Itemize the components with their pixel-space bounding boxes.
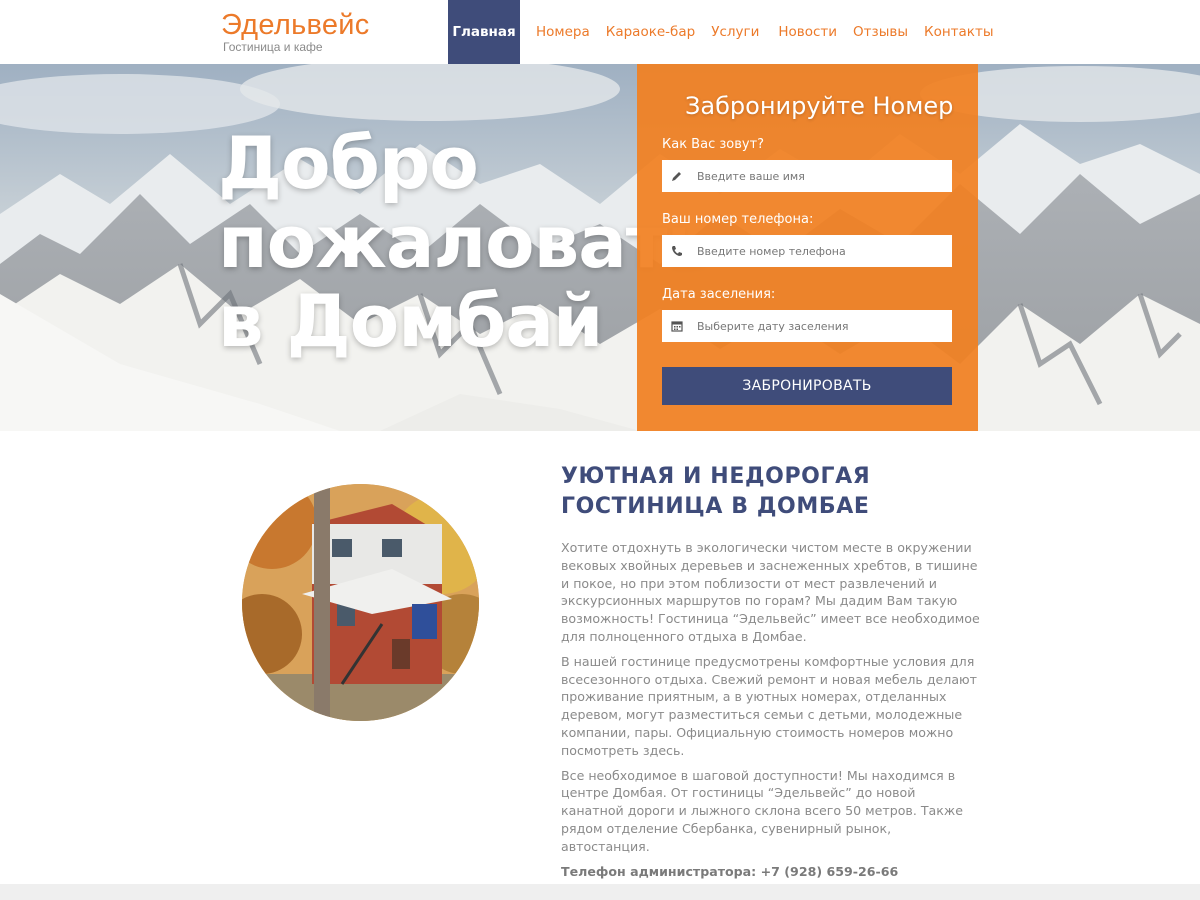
hero-banner: Добро пожаловать в Домбай Забронируйте Н… [0, 64, 1200, 431]
hero-title-line-2: пожаловать [218, 200, 712, 284]
nav-item-contacts[interactable]: Контакты [916, 0, 1001, 64]
logo[interactable]: Эдельвейс Гостиница и кафе [221, 10, 370, 54]
about-paragraph-1: Хотите отдохнуть в экологически чистом м… [561, 540, 980, 644]
logo-title: Эдельвейс [221, 9, 370, 41]
booking-title: Забронируйте Номер [685, 92, 954, 120]
nav-item-services[interactable]: Услуги [703, 0, 767, 64]
logo-subtitle: Гостиница и кафе [223, 40, 323, 54]
phone-label: Ваш номер телефона: [662, 212, 814, 227]
admin-phone: Телефон администратора: +7 (928) 659-26-… [561, 863, 899, 879]
footer-bar [0, 884, 1200, 900]
about-paragraph-3: Все необходимое в шаговой доступности! М… [561, 767, 963, 854]
book-button[interactable]: ЗАБРОНИРОВАТЬ [662, 367, 952, 405]
booking-form: Забронируйте Номер Как Вас зовут? Введит… [637, 64, 978, 431]
date-label: Дата заселения: [662, 287, 776, 302]
about-section: УЮТНАЯ И НЕДОРОГАЯ ГОСТИНИЦА В ДОМБАЕ Хо… [561, 462, 981, 887]
date-placeholder: Выберите дату заселения [697, 319, 849, 333]
hero-title: Добро пожаловать в Домбай [218, 121, 712, 363]
phone-field[interactable]: Введите номер телефона [662, 235, 952, 267]
about-heading-line-1: УЮТНАЯ И НЕДОРОГАЯ [561, 464, 871, 489]
phone-placeholder: Введите номер телефона [697, 244, 846, 258]
hotel-photo [242, 484, 479, 721]
hero-title-line-1: Добро [218, 121, 479, 205]
name-label: Как Вас зовут? [662, 137, 765, 152]
about-heading: УЮТНАЯ И НЕДОРОГАЯ ГОСТИНИЦА В ДОМБАЕ [561, 462, 981, 522]
nav-item-news[interactable]: Новости [770, 0, 845, 64]
phone-icon [662, 235, 692, 267]
hero-title-line-3: в Домбай [218, 279, 603, 363]
pencil-icon [662, 160, 692, 192]
nav-item-rooms[interactable]: Номера [528, 0, 598, 64]
name-field[interactable]: Введите ваше имя [662, 160, 952, 192]
site-header: Эдельвейс Гостиница и кафе Главная Номер… [0, 0, 1200, 64]
calendar-icon [662, 310, 692, 342]
name-placeholder: Введите ваше имя [697, 169, 805, 183]
date-field[interactable]: Выберите дату заселения [662, 310, 952, 342]
nav-item-reviews[interactable]: Отзывы [845, 0, 916, 64]
nav-item-home[interactable]: Главная [448, 0, 520, 64]
about-paragraph-2: В нашей гостинице предусмотрены комфортн… [561, 653, 977, 758]
about-heading-line-2: ГОСТИНИЦА В ДОМБАЕ [561, 494, 870, 519]
main-nav: Главная Номера Караоке-бар Услуги Новост… [448, 0, 1001, 64]
nav-item-karaoke[interactable]: Караоке-бар [598, 0, 703, 64]
